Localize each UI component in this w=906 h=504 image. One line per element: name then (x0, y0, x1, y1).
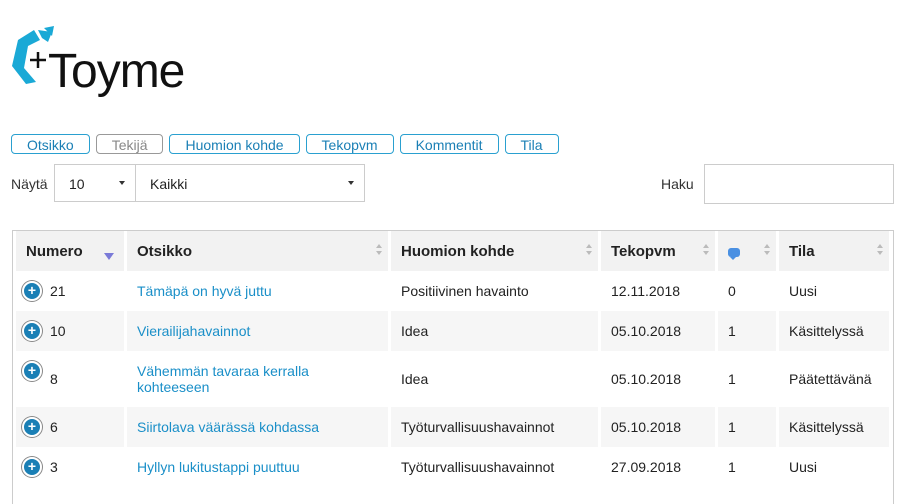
header-otsikko[interactable]: Otsikko (127, 231, 388, 271)
cell-numero: + 3 (16, 447, 124, 487)
cell-otsikko: Vähemmän tavaraa kerralla kohteeseen (127, 351, 388, 407)
header-kommentit[interactable] (718, 231, 776, 271)
row-title-link[interactable]: Vähemmän tavaraa kerralla kohteeseen (137, 363, 309, 395)
expand-row-icon[interactable]: + (22, 457, 42, 477)
table-row: + 21 Tämäpä on hyvä juttu Positiivinen h… (16, 271, 889, 311)
cell-kommentit: 0 (728, 283, 736, 299)
header-tila-label: Tila (789, 242, 815, 260)
table-row: + 6 Siirtolava väärässä kohdassa Työturv… (16, 407, 889, 447)
sort-desc-icon (104, 253, 114, 260)
page-size-select[interactable]: 10 (54, 164, 136, 202)
show-label: Näytä (11, 176, 48, 192)
cell-kommentit: 1 (718, 311, 776, 351)
row-numero: 21 (50, 283, 66, 299)
cell-otsikko: Vierailijahavainnot (127, 311, 388, 351)
header-otsikko-label: Otsikko (137, 242, 193, 260)
cell-otsikko: Siirtolava väärässä kohdassa (127, 407, 388, 447)
cell-numero: + 21 (16, 271, 124, 311)
cell-tila: Käsittelyssä (779, 407, 889, 447)
header-numero-label: Numero (26, 242, 83, 260)
cell-kohde: Positiivinen havainto (401, 283, 529, 299)
toggle-tila-button[interactable]: Tila (504, 134, 559, 154)
row-numero: 8 (50, 371, 58, 387)
cell-numero: + 8 (16, 351, 124, 407)
search-input[interactable] (704, 164, 894, 204)
toggle-tekopvm-button[interactable]: Tekopvm (305, 134, 394, 154)
expand-row-icon[interactable]: + (22, 361, 42, 381)
cell-tila: Päätettävänä (789, 371, 872, 387)
cell-kohde: Työturvallisuushavainnot (391, 407, 598, 447)
column-toggle-bar: Otsikko Tekijä Huomion kohde Tekopvm Kom… (11, 134, 559, 154)
toyme-logo: Toyme (8, 26, 198, 110)
filter-value: Kaikki (150, 176, 188, 192)
cell-kommentit: 1 (718, 407, 776, 447)
cell-tekopvm: 05.10.2018 (601, 407, 715, 447)
cell-tekopvm: 05.10.2018 (611, 371, 682, 387)
cell-tekopvm: 05.10.2018 (601, 311, 715, 351)
cell-kommentit: 1 (728, 371, 736, 387)
cell-tekopvm: 27.09.2018 (611, 459, 682, 475)
header-tekopvm-label: Tekopvm (611, 242, 676, 260)
row-title-link[interactable]: Hyllyn lukitustappi puuttuu (137, 459, 300, 475)
row-title-link[interactable]: Siirtolava väärässä kohdassa (137, 419, 319, 435)
cell-tila: Uusi (789, 283, 818, 299)
header-numero[interactable]: Numero (16, 231, 124, 271)
toggle-otsikko-button[interactable]: Otsikko (11, 134, 90, 154)
cell-tila: Uusi (789, 459, 818, 475)
cell-numero: + 10 (16, 311, 124, 351)
logo-text: Toyme (48, 45, 185, 98)
observations-table: Numero Otsikko Huomion kohde Tekopvm Til… (13, 231, 892, 487)
table-row: + 10 Vierailijahavainnot Idea 05.10.2018… (16, 311, 889, 351)
toggle-kommentit-button[interactable]: Kommentit (399, 134, 499, 154)
expand-row-icon[interactable]: + (22, 321, 42, 341)
observations-table-container: Numero Otsikko Huomion kohde Tekopvm Til… (12, 230, 894, 504)
header-tila[interactable]: Tila (779, 231, 889, 271)
row-title-link[interactable]: Tämäpä on hyvä juttu (137, 283, 272, 299)
row-numero: 10 (50, 323, 66, 339)
table-row: + 3 Hyllyn lukitustappi puuttuu Työturva… (16, 447, 889, 487)
page-size-value: 10 (69, 176, 85, 192)
toggle-tekija-button[interactable]: Tekijä (95, 134, 164, 154)
cell-kohde: Idea (391, 311, 598, 351)
expand-row-icon[interactable]: + (22, 281, 42, 301)
header-tekopvm[interactable]: Tekopvm (601, 231, 715, 271)
cell-kohde: Idea (401, 371, 429, 387)
row-numero: 3 (50, 459, 58, 475)
cell-otsikko: Hyllyn lukitustappi puuttuu (127, 447, 388, 487)
row-title-link[interactable]: Vierailijahavainnot (137, 323, 250, 339)
row-numero: 6 (50, 419, 58, 435)
expand-row-icon[interactable]: + (22, 417, 42, 437)
chevron-down-icon (119, 181, 125, 185)
comment-icon (728, 247, 740, 260)
cell-otsikko: Tämäpä on hyvä juttu (127, 271, 388, 311)
filter-select[interactable]: Kaikki (135, 164, 365, 202)
cell-numero: + 6 (16, 407, 124, 447)
header-kohde-label: Huomion kohde (401, 242, 515, 260)
search-label: Haku (661, 176, 694, 192)
cell-tila: Käsittelyssä (779, 311, 889, 351)
header-huomion-kohde[interactable]: Huomion kohde (391, 231, 598, 271)
chevron-down-icon (348, 181, 354, 185)
toggle-huomion-kohde-button[interactable]: Huomion kohde (169, 134, 300, 154)
cell-tekopvm: 12.11.2018 (611, 283, 681, 299)
table-row: + 8 Vähemmän tavaraa kerralla kohteeseen… (16, 351, 889, 407)
cell-kommentit: 1 (728, 459, 736, 475)
table-header-row: Numero Otsikko Huomion kohde Tekopvm Til… (16, 231, 889, 271)
cell-kohde: Työturvallisuushavainnot (401, 459, 555, 475)
